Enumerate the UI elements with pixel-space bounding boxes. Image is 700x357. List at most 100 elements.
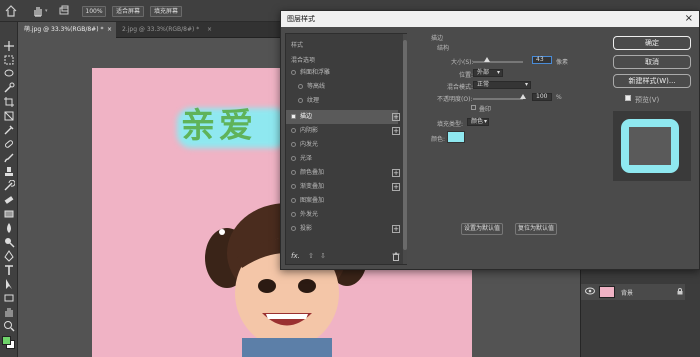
close-icon[interactable]: × [685, 13, 693, 25]
add-icon[interactable]: + [392, 127, 400, 135]
style-item-inner-glow[interactable]: 内发光 [286, 138, 398, 152]
frame-tool-icon[interactable] [3, 110, 15, 122]
marquee-tool-icon[interactable] [3, 54, 15, 66]
path-selection-icon[interactable] [3, 278, 15, 290]
style-item-color-overlay[interactable]: 颜色叠加 + [286, 166, 400, 180]
style-item-contour[interactable]: 等高线 [286, 80, 398, 94]
style-item-satin[interactable]: 光泽 [286, 152, 398, 166]
pen-tool-icon[interactable] [3, 250, 15, 262]
hand-tool-icon[interactable] [3, 306, 15, 318]
layer-row[interactable]: 背景 [581, 284, 685, 300]
checkbox[interactable] [291, 226, 296, 231]
foreground-color-swatch[interactable] [2, 336, 11, 345]
eraser-tool-icon[interactable] [3, 194, 15, 206]
stroke-color-swatch[interactable] [447, 131, 465, 143]
style-item-label: 内发光 [300, 141, 319, 148]
crop-tool-icon[interactable] [3, 96, 15, 108]
tab-document-1[interactable]: 萌.jpg @ 33.3%(RGB/8#) * × [18, 22, 116, 38]
ok-button[interactable]: 确定 [613, 36, 691, 50]
fill-type-select[interactable]: 颜色 ▾ [467, 118, 489, 126]
preview-label: 预览(V) [635, 96, 660, 104]
style-header[interactable]: 样式 [291, 40, 303, 49]
zoom-100-button[interactable]: 100% [82, 6, 106, 17]
fill-type-value: 颜色 [471, 118, 484, 125]
style-item-pattern-overlay[interactable]: 图案叠加 [286, 194, 398, 208]
tab-document-2[interactable]: 2.jpg @ 33.3%(RGB/8#) * × [116, 22, 216, 38]
home-icon[interactable] [5, 5, 17, 17]
healing-brush-icon[interactable] [3, 138, 15, 150]
rectangle-tool-icon[interactable] [3, 292, 15, 304]
visibility-eye-icon[interactable] [585, 287, 595, 295]
eyedropper-tool-icon[interactable] [3, 124, 15, 136]
checkbox[interactable] [291, 156, 296, 161]
opacity-slider[interactable] [473, 98, 523, 100]
blend-options-item[interactable]: 混合选项 [291, 55, 315, 64]
style-item-outer-glow[interactable]: 外发光 [286, 208, 398, 222]
position-select[interactable]: 外部 ▾ [473, 69, 503, 77]
style-item-label: 外发光 [300, 211, 319, 218]
checkbox[interactable] [291, 128, 296, 133]
scroll-all-windows-icon[interactable] [58, 5, 70, 17]
add-icon[interactable]: + [392, 113, 400, 121]
overprint-checkbox[interactable] [471, 105, 476, 110]
trash-icon[interactable] [392, 252, 400, 261]
fit-screen-button[interactable]: 适合屏幕 [112, 6, 144, 17]
size-slider-knob[interactable] [484, 57, 490, 62]
style-list: 样式 混合选项 斜面和浮雕 等高线 纹理 描边 + 内阴影 + 内发光 光泽 颜色… [285, 33, 407, 265]
opacity-slider-knob[interactable] [520, 94, 526, 99]
close-icon[interactable]: × [207, 22, 212, 38]
style-item-inner-shadow[interactable]: 内阴影 + [286, 124, 400, 138]
blur-tool-icon[interactable] [3, 222, 15, 234]
layer-name: 背景 [621, 290, 634, 297]
fx-icon[interactable]: fx. [291, 252, 300, 260]
preview-checkbox[interactable] [625, 95, 631, 101]
checkbox[interactable] [291, 184, 296, 189]
blend-mode-select[interactable]: 正常 ▾ [473, 81, 531, 89]
scrollbar-thumb[interactable] [403, 40, 407, 250]
new-style-button[interactable]: 新建样式(W)... [613, 74, 691, 88]
fill-screen-button[interactable]: 填充屏幕 [150, 6, 182, 17]
add-icon[interactable]: + [392, 225, 400, 233]
style-item-bevel[interactable]: 斜面和浮雕 [286, 66, 398, 80]
move-up-icon[interactable]: ⇧ [308, 252, 314, 260]
scrollbar[interactable] [403, 34, 407, 264]
clone-stamp-icon[interactable] [3, 166, 15, 178]
dodge-tool-icon[interactable] [3, 236, 15, 248]
close-icon[interactable]: × [107, 22, 112, 38]
set-default-button[interactable]: 设置为默认值 [461, 223, 503, 235]
gradient-tool-icon[interactable] [3, 208, 15, 220]
style-item-stroke[interactable]: 描边 + [286, 110, 400, 124]
style-item-gradient-overlay[interactable]: 渐变叠加 + [286, 180, 400, 194]
hand-tool-icon[interactable] [32, 5, 44, 17]
checkbox[interactable] [298, 84, 303, 89]
type-tool-icon[interactable] [3, 264, 15, 276]
brush-tool-icon[interactable] [3, 152, 15, 164]
checkbox[interactable] [298, 98, 303, 103]
move-tool-icon[interactable] [3, 40, 15, 52]
layer-style-dialog: 图层样式 × 样式 混合选项 斜面和浮雕 等高线 纹理 描边 + 内阴影 + 内发… [280, 10, 700, 270]
style-item-label: 内阴影 [300, 127, 319, 134]
move-down-icon[interactable]: ⇩ [320, 252, 326, 260]
style-item-drop-shadow[interactable]: 投影 + [286, 222, 400, 236]
reset-default-button[interactable]: 复位为默认值 [515, 223, 557, 235]
checkbox[interactable] [291, 70, 296, 75]
checkbox-checked[interactable] [291, 114, 296, 119]
quick-select-tool-icon[interactable] [3, 82, 15, 94]
checkbox[interactable] [291, 142, 296, 147]
add-icon[interactable]: + [392, 169, 400, 177]
cancel-button[interactable]: 取消 [613, 55, 691, 69]
opacity-label: 不透明度(O): [437, 96, 473, 103]
style-item-texture[interactable]: 纹理 [286, 94, 398, 108]
size-slider[interactable] [473, 61, 523, 63]
add-icon[interactable]: + [392, 183, 400, 191]
size-input[interactable]: 43 [532, 56, 552, 64]
zoom-tool-icon[interactable] [3, 320, 15, 332]
checkbox[interactable] [291, 198, 296, 203]
history-brush-icon[interactable] [3, 180, 15, 192]
opacity-input[interactable]: 100 [532, 93, 552, 101]
checkbox[interactable] [291, 170, 296, 175]
chevron-down-icon[interactable]: ▾ [45, 9, 50, 14]
blend-mode-label: 混合模式: [447, 84, 474, 91]
lasso-tool-icon[interactable] [3, 68, 15, 80]
checkbox[interactable] [291, 212, 296, 217]
